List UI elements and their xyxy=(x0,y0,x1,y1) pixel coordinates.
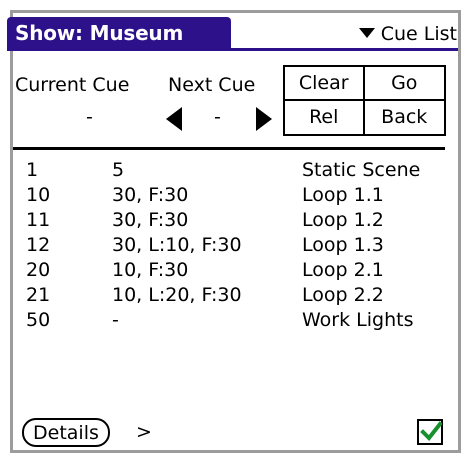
cue-row[interactable]: 21 10, L:20, F:30 Loop 2.2 xyxy=(26,283,446,308)
details-button[interactable]: Details xyxy=(22,418,110,447)
cue-name: Work Lights xyxy=(302,309,414,331)
cue-name: Loop 1.2 xyxy=(302,209,384,231)
cue-timing: 30, F:30 xyxy=(112,209,189,231)
cue-timing: 30, L:10, F:30 xyxy=(112,234,242,256)
checkmark-icon xyxy=(420,421,442,442)
cue-number: 50 xyxy=(26,309,51,331)
current-cue-label: Current Cue xyxy=(15,74,130,96)
cue-number: 20 xyxy=(26,259,51,281)
cue-number: 12 xyxy=(26,234,51,256)
next-cue-label: Next Cue xyxy=(168,74,256,96)
clear-button[interactable]: Clear xyxy=(285,67,365,101)
cue-number: 10 xyxy=(26,184,51,206)
cue-row[interactable]: 50 - Work Lights xyxy=(26,308,446,333)
cue-list: 1 5 Static Scene 10 30, F:30 Loop 1.1 11… xyxy=(26,158,446,333)
cue-timing: 5 xyxy=(112,159,125,181)
cue-row[interactable]: 10 30, F:30 Loop 1.1 xyxy=(26,183,446,208)
cue-timing: 10, L:20, F:30 xyxy=(112,284,242,306)
enable-checkbox[interactable] xyxy=(417,419,443,445)
cue-list-menu[interactable]: Cue List xyxy=(358,22,457,46)
cue-name: Loop 1.3 xyxy=(302,234,384,256)
cue-name: Loop 2.1 xyxy=(302,259,384,281)
section-divider xyxy=(13,147,445,150)
cue-row[interactable]: 20 10, F:30 Loop 2.1 xyxy=(26,258,446,283)
page-title: Show: Museum xyxy=(15,21,184,45)
current-cue-value: - xyxy=(86,106,93,128)
cue-timing: - xyxy=(112,309,119,331)
cue-name: Static Scene xyxy=(302,159,421,181)
rel-button[interactable]: Rel xyxy=(285,100,365,134)
cue-number: 11 xyxy=(26,209,51,231)
control-button-grid: Clear Go Rel Back xyxy=(283,65,446,136)
cue-row[interactable]: 12 30, L:10, F:30 Loop 1.3 xyxy=(26,233,446,258)
cue-name: Loop 2.2 xyxy=(302,284,384,306)
more-indicator: > xyxy=(136,421,152,443)
go-button[interactable]: Go xyxy=(364,67,444,101)
triangle-down-icon xyxy=(358,28,375,38)
cue-number: 1 xyxy=(26,159,39,181)
cue-number: 21 xyxy=(26,284,51,306)
menu-label: Cue List xyxy=(380,23,457,45)
next-cue-value: - xyxy=(214,106,221,128)
cue-name: Loop 1.1 xyxy=(302,184,384,206)
cue-timing: 10, F:30 xyxy=(112,259,189,281)
back-button[interactable]: Back xyxy=(365,101,445,135)
previous-cue-arrow-icon[interactable] xyxy=(166,107,182,131)
cue-timing: 30, F:30 xyxy=(112,184,189,206)
next-cue-arrow-icon[interactable] xyxy=(256,107,272,131)
cue-row[interactable]: 1 5 Static Scene xyxy=(26,158,446,183)
cue-row[interactable]: 11 30, F:30 Loop 1.2 xyxy=(26,208,446,233)
show-title-tab: Show: Museum xyxy=(7,17,231,51)
